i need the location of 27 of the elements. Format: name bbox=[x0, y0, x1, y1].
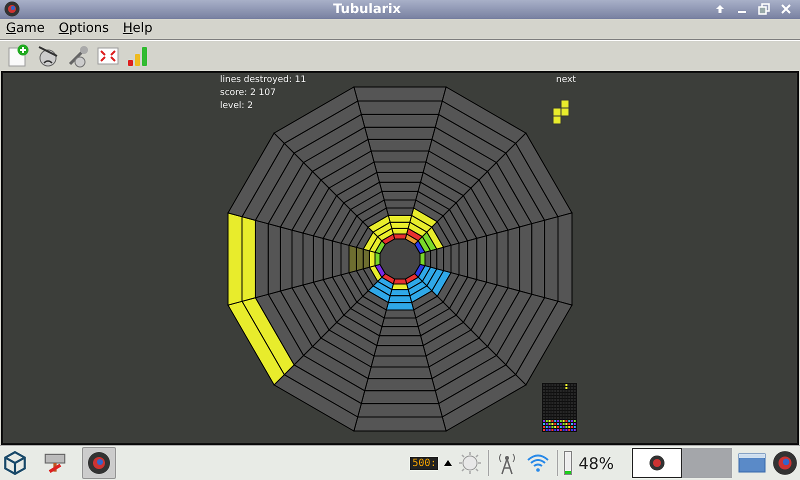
app-taskbar-button[interactable] bbox=[82, 447, 116, 480]
new-document-icon[interactable] bbox=[6, 44, 30, 68]
restore-icon[interactable] bbox=[758, 3, 770, 16]
battery-percentage: 48% bbox=[578, 454, 614, 473]
window-title: Tubularix bbox=[332, 2, 402, 17]
display-readout: 500: bbox=[410, 456, 438, 470]
menu-item[interactable]: Game bbox=[6, 21, 45, 36]
tools-icon[interactable] bbox=[66, 44, 90, 68]
sad-face-icon[interactable] bbox=[36, 44, 60, 68]
cube-logo-icon[interactable] bbox=[2, 450, 28, 476]
app-icon[interactable] bbox=[772, 450, 798, 476]
stat-text: score: 2 107 bbox=[220, 88, 277, 99]
show-desktop-icon[interactable] bbox=[738, 451, 766, 476]
app-icon bbox=[649, 455, 665, 472]
battery-gauge bbox=[564, 451, 572, 476]
app-icon bbox=[4, 1, 20, 18]
next-label: next bbox=[556, 74, 576, 86]
desktop-pager[interactable] bbox=[632, 448, 682, 478]
stat-text: lines destroyed: 11 bbox=[220, 74, 306, 86]
minimap-drawing bbox=[542, 382, 577, 432]
menu-item[interactable]: Help bbox=[122, 21, 153, 36]
close-icon[interactable] bbox=[780, 3, 792, 16]
up-triangle-icon[interactable] bbox=[444, 459, 452, 468]
stat-text: level: 2 bbox=[220, 100, 254, 112]
menu-item[interactable]: Options bbox=[58, 21, 109, 36]
next-piece-drawing bbox=[552, 99, 570, 124]
up-arrow-icon[interactable] bbox=[714, 3, 726, 16]
